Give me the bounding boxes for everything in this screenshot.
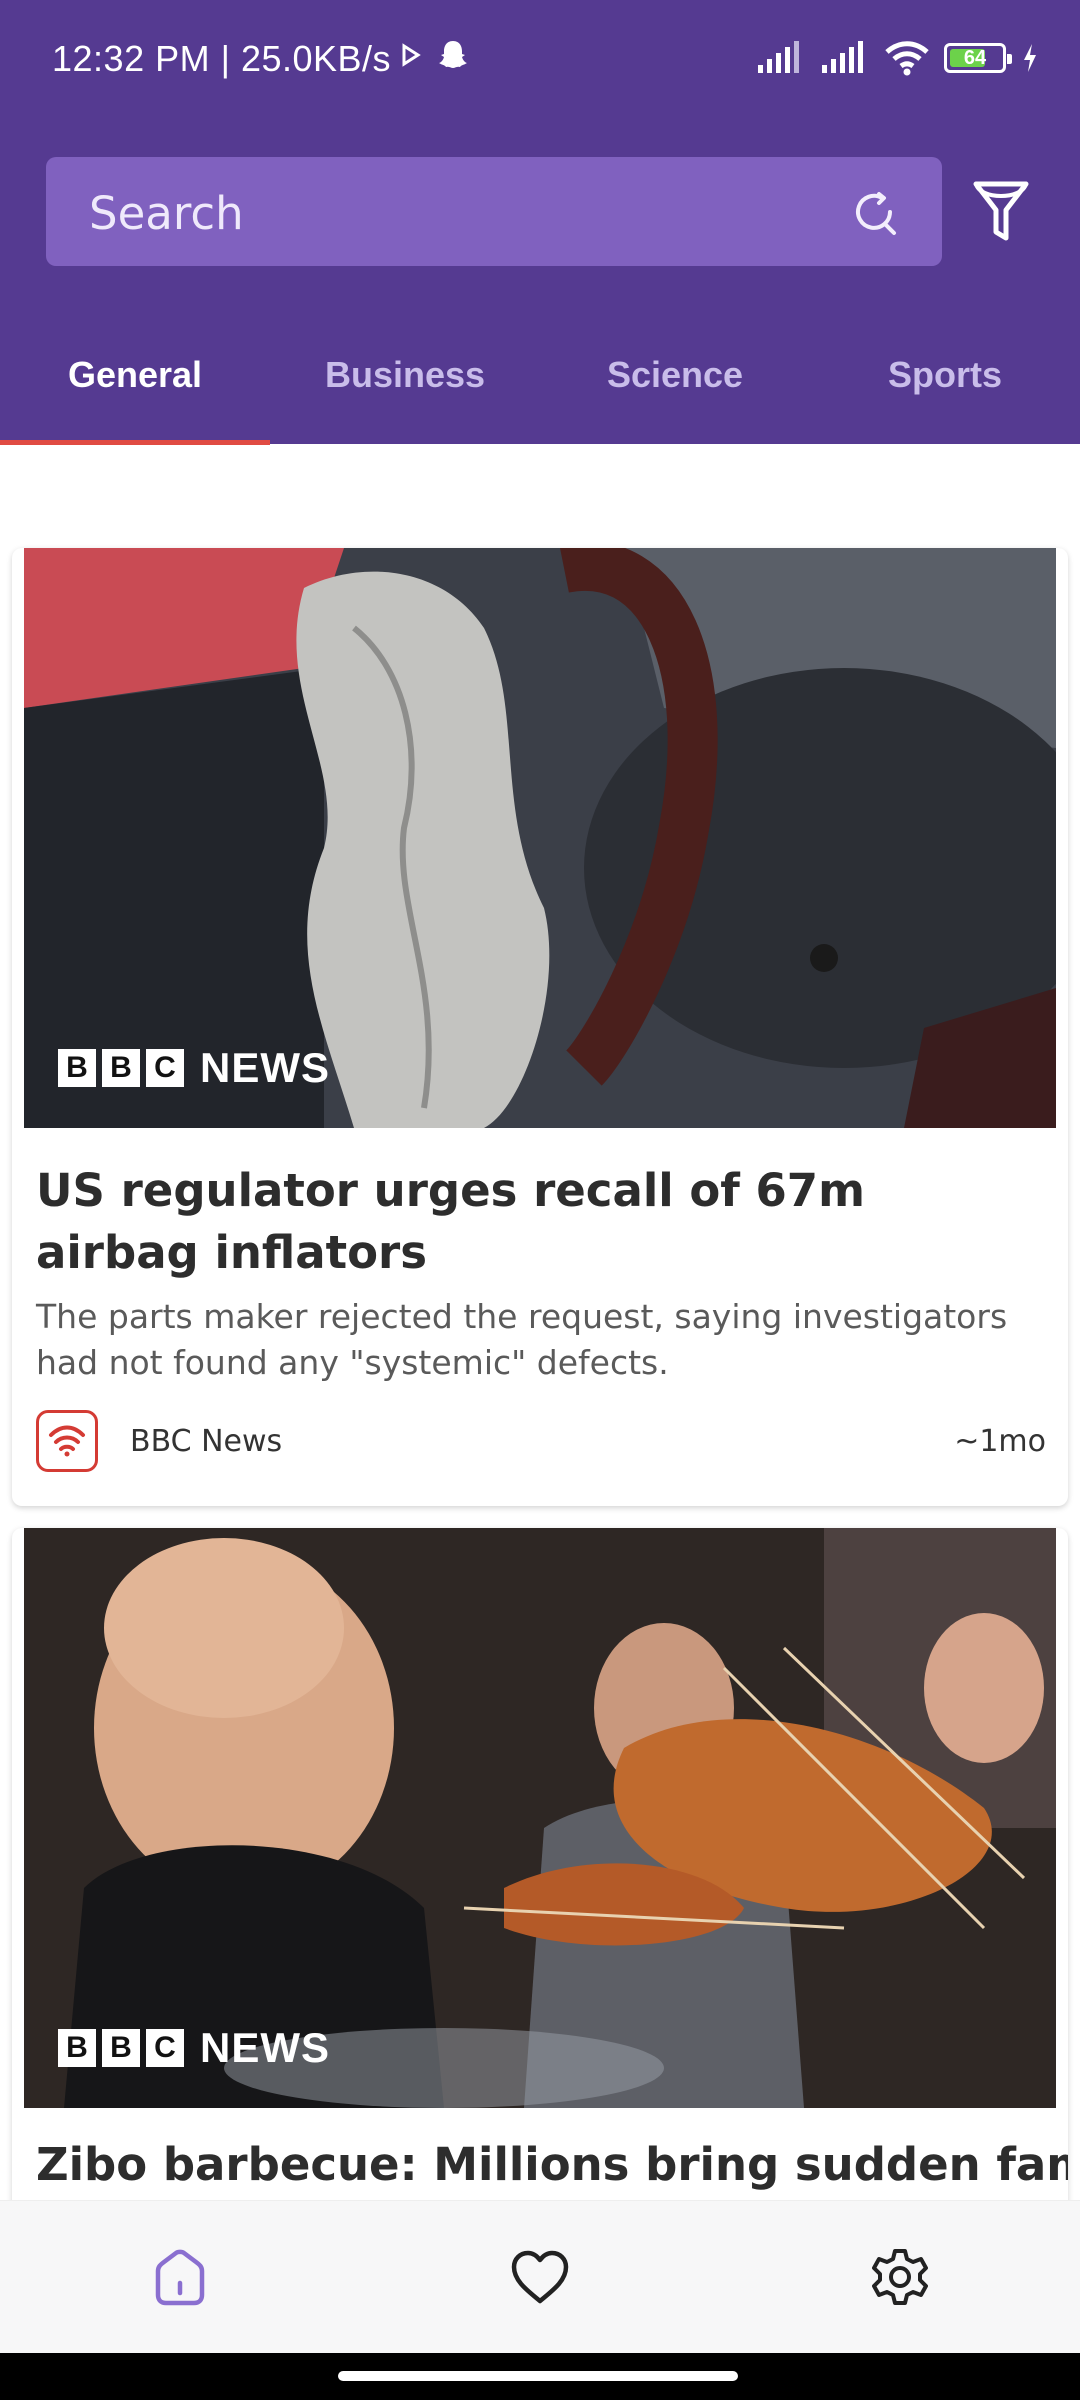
bottom-navigation xyxy=(0,2200,1080,2353)
article-image[interactable]: B B C NEWS xyxy=(24,548,1056,1128)
barbecue-photo xyxy=(24,1528,1056,2108)
system-gesture-bar xyxy=(0,2353,1080,2400)
status-system-icons: 64 xyxy=(756,40,1040,76)
app-header: 12:32 PM | 25.0KB/s 64 Search General Bu… xyxy=(0,0,1080,445)
tab-sports[interactable]: Sports xyxy=(810,330,1080,444)
article-time: ~1mo xyxy=(954,1424,1046,1459)
signal-icon-2 xyxy=(822,41,863,73)
bbc-news-logo: B B C NEWS xyxy=(58,2024,330,2072)
airbag-photo xyxy=(24,548,1056,1128)
charging-icon xyxy=(1024,44,1036,72)
tab-label: Sports xyxy=(887,354,1002,395)
heart-icon[interactable] xyxy=(508,2245,572,2309)
article-title[interactable]: US regulator urges recall of 67m airbag … xyxy=(36,1160,1036,1284)
logo-word: NEWS xyxy=(200,1044,330,1091)
logo-letter: B xyxy=(102,2029,140,2067)
gesture-handle[interactable] xyxy=(338,2371,738,2381)
tab-science[interactable]: Science xyxy=(540,330,810,444)
status-notification-icons xyxy=(400,38,470,72)
wifi-icon xyxy=(885,41,929,76)
logo-letter: B xyxy=(102,1049,140,1087)
battery-icon: 64 xyxy=(944,43,1012,73)
wifi-feed-icon xyxy=(49,1425,85,1457)
nav-favorites[interactable] xyxy=(360,2201,720,2353)
tab-label: Business xyxy=(324,354,486,395)
nav-home[interactable] xyxy=(0,2201,360,2353)
battery-nub xyxy=(1007,54,1012,64)
article-image[interactable]: B B C NEWS xyxy=(24,1528,1056,2108)
article-card[interactable]: B B C NEWS Zibo barbecue: Millions bring… xyxy=(12,1528,1068,2228)
search-placeholder: Search xyxy=(89,187,244,240)
article-card[interactable]: B B C NEWS US regulator urges recall of … xyxy=(12,548,1068,1506)
active-tab-indicator xyxy=(0,440,270,445)
settings-icon[interactable] xyxy=(868,2245,932,2309)
play-notification-icon xyxy=(402,43,421,67)
battery-level: 64 xyxy=(963,47,987,69)
signal-icon xyxy=(758,41,799,73)
article-description: The parts maker rejected the request, sa… xyxy=(36,1297,1008,1382)
search-input[interactable]: Search xyxy=(46,157,942,266)
snapchat-icon xyxy=(439,41,467,68)
source-name: BBC News xyxy=(130,1424,283,1459)
bbc-news-logo: B B C NEWS xyxy=(58,1044,330,1092)
logo-letter: C xyxy=(146,2029,184,2067)
logo-letter: B xyxy=(58,2029,96,2067)
logo-letter: C xyxy=(146,1049,184,1087)
logo-word: NEWS xyxy=(200,2024,330,2071)
search-refresh-icon[interactable] xyxy=(846,184,902,240)
nav-settings[interactable] xyxy=(720,2201,1080,2353)
tab-general[interactable]: General xyxy=(0,330,270,444)
tab-business[interactable]: Business xyxy=(270,330,540,444)
logo-letter: B xyxy=(58,1049,96,1087)
tab-label: General xyxy=(67,354,203,395)
source-icon xyxy=(36,1410,98,1472)
status-time-speed: 12:32 PM | 25.0KB/s xyxy=(52,38,392,79)
filter-icon[interactable] xyxy=(970,178,1032,244)
tab-label: Science xyxy=(606,354,744,395)
status-bar: 12:32 PM | 25.0KB/s 64 xyxy=(0,0,1080,120)
article-source-row: BBC News ~1mo xyxy=(36,1410,1046,1474)
article-title[interactable]: Zibo barbecue: Millions bring sudden fam… xyxy=(36,2138,1068,2191)
home-icon[interactable] xyxy=(148,2245,212,2309)
category-tabs: General Business Science Sports xyxy=(0,330,1080,444)
